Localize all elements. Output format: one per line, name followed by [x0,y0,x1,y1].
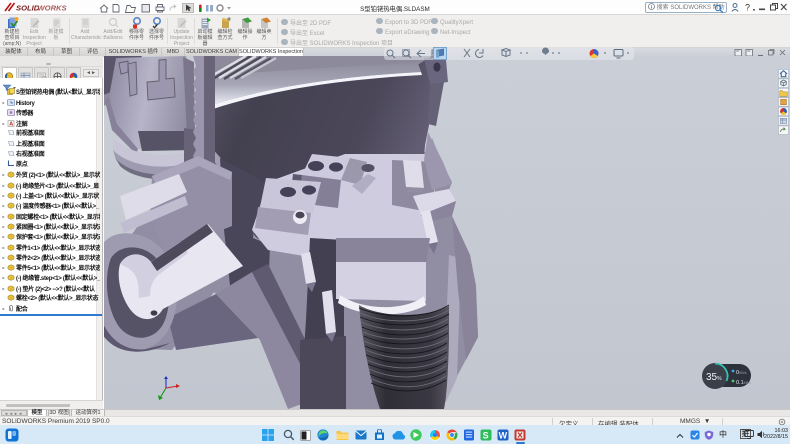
svg-text:SOLID: SOLID [16,4,40,13]
svg-text:A: A [9,121,13,127]
svg-text:W: W [499,430,508,440]
svg-text:0.1KB/s: 0.1KB/s [736,380,751,386]
svg-text:S: S [483,430,489,440]
svg-text:?: ? [745,3,750,13]
svg-text:WORKS: WORKS [38,4,67,13]
